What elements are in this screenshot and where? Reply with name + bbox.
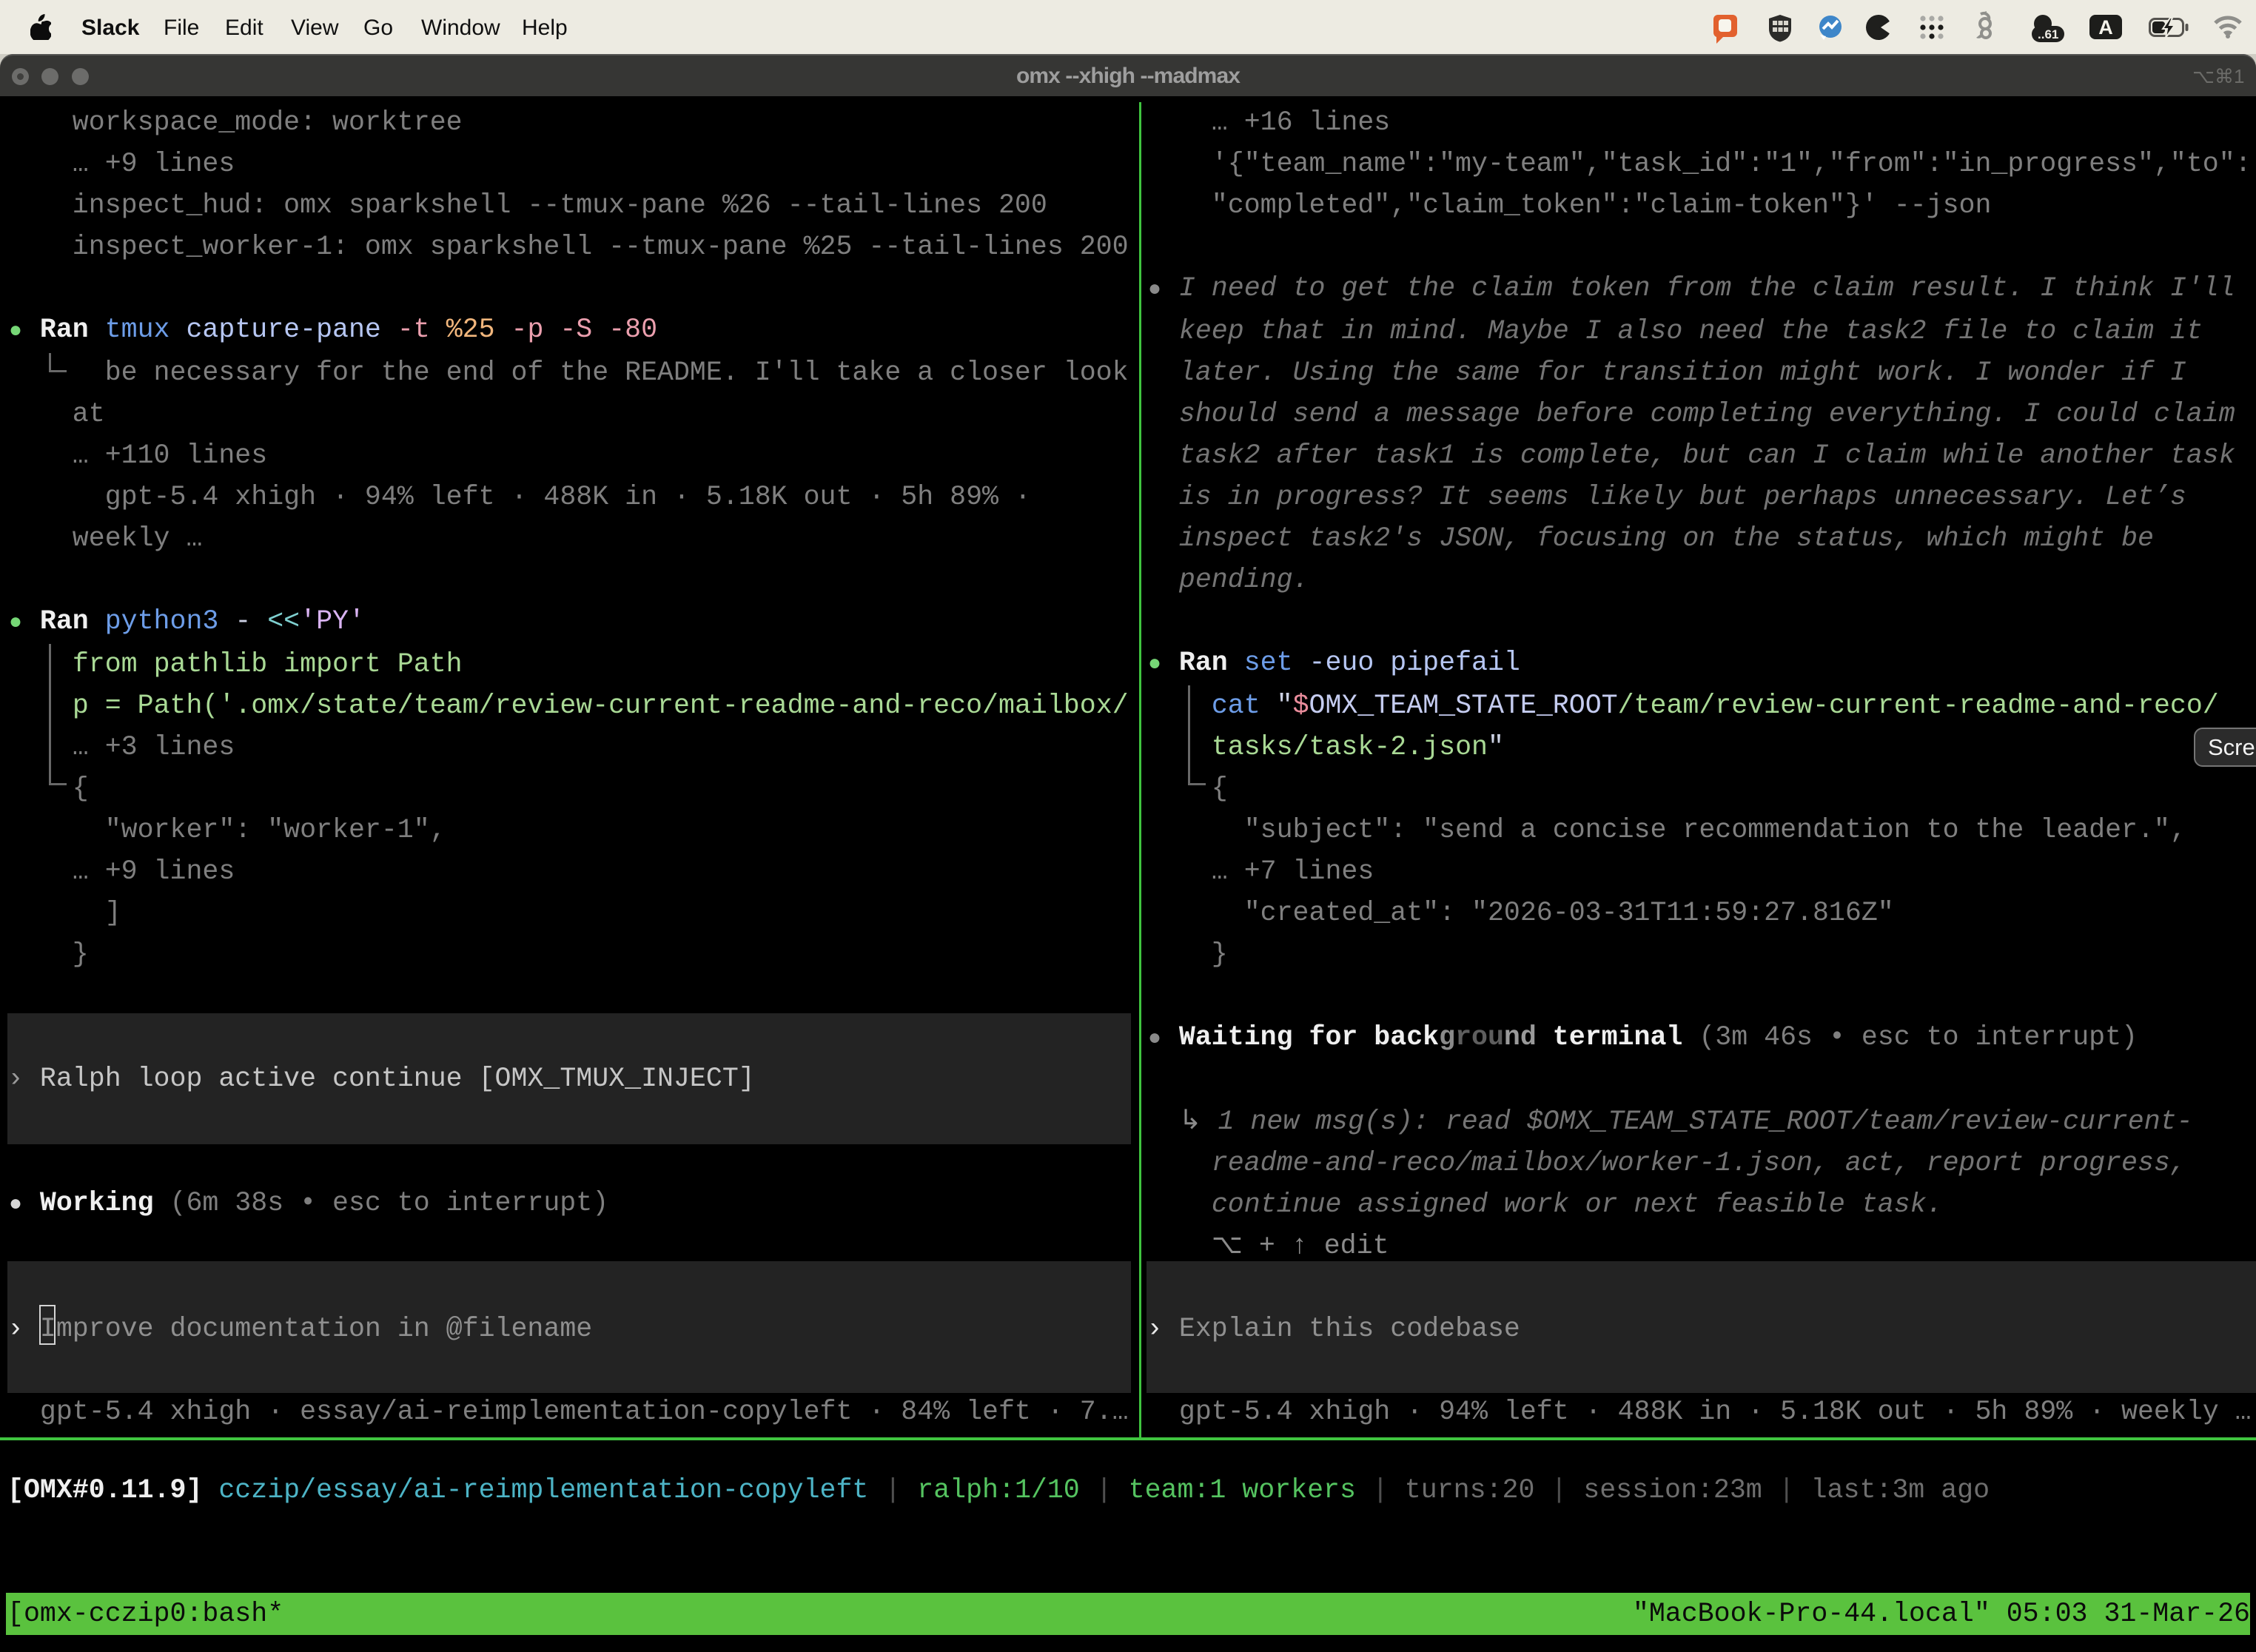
svg-text:..61: ..61 (2038, 27, 2058, 41)
